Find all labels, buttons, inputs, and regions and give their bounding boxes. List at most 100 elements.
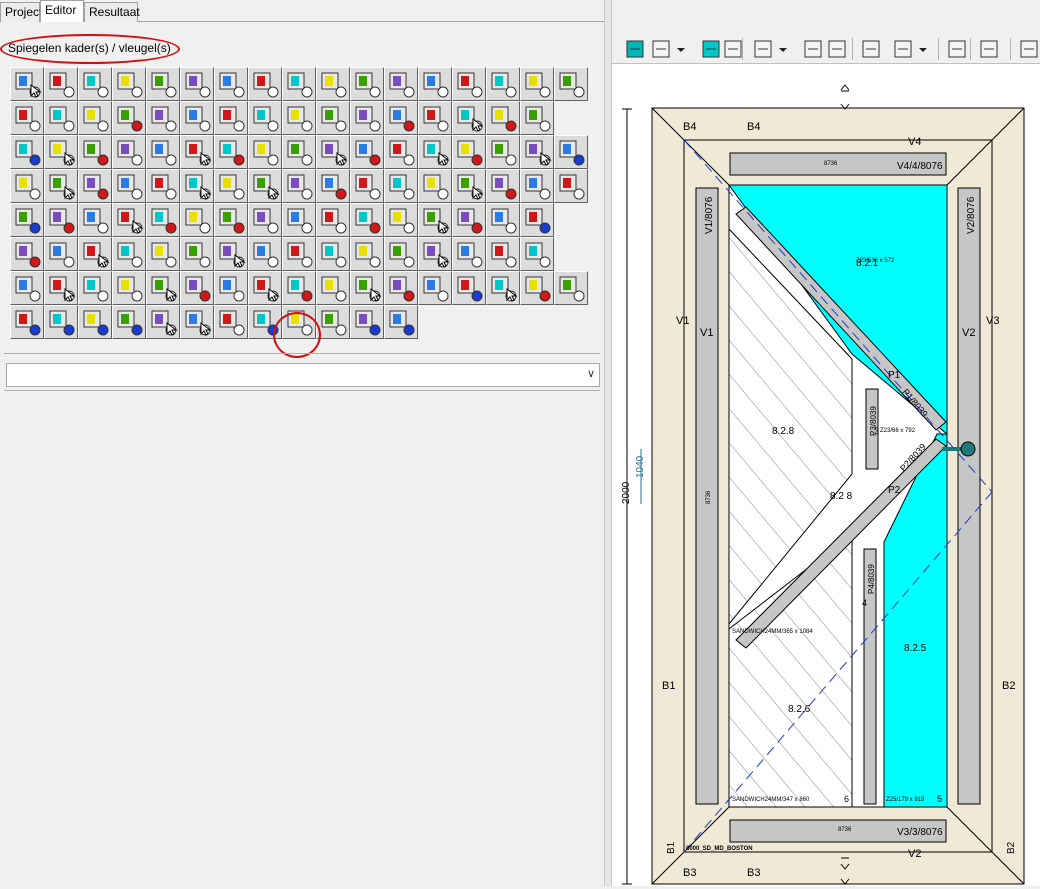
sash-pencil-button[interactable]: [214, 67, 248, 101]
select-mode-tool[interactable]: [700, 38, 722, 60]
glass-frame-minus-button[interactable]: [384, 135, 418, 169]
grid-cyan-minus-button[interactable]: [520, 169, 554, 203]
bar-minus-button[interactable]: [520, 101, 554, 135]
mullion-hand-button[interactable]: [146, 67, 180, 101]
glass-split-pointer-button[interactable]: [248, 169, 282, 203]
drawing-canvas[interactable]: 2000 1040 B4 B4 V4 V1 V1 V2 V3 B1 B2 B1 …: [612, 64, 1040, 886]
screw-plus-button[interactable]: [384, 271, 418, 305]
v-pointer-button[interactable]: [180, 135, 214, 169]
cross-minus-button[interactable]: [418, 101, 452, 135]
label-pencil-button[interactable]: [248, 67, 282, 101]
pin-hand-button[interactable]: [248, 101, 282, 135]
purple-info-button[interactable]: [10, 305, 44, 339]
gear-pointer-button[interactable]: [248, 271, 282, 305]
screw-info-button[interactable]: [452, 271, 486, 305]
arc-info-button[interactable]: [10, 135, 44, 169]
grid-minus-button[interactable]: [350, 169, 384, 203]
grid-hand-button[interactable]: [384, 169, 418, 203]
hinge-plus-button[interactable]: [10, 237, 44, 271]
screw-pointer-button[interactable]: [350, 271, 384, 305]
door-cyan-button[interactable]: [452, 237, 486, 271]
v-minus-button[interactable]: [248, 135, 282, 169]
cross-hand-button[interactable]: [350, 101, 384, 135]
red-pair-pointer-button[interactable]: [520, 135, 554, 169]
door-hand-button[interactable]: [384, 237, 418, 271]
glasses-tool[interactable]: [650, 38, 672, 60]
size-pointer-button[interactable]: [180, 169, 214, 203]
handle-info-button[interactable]: [520, 203, 554, 237]
yellow-hand-button[interactable]: [10, 271, 44, 305]
split-red-pencil-button[interactable]: [384, 67, 418, 101]
dots-blue-plus-button[interactable]: [214, 203, 248, 237]
diag-red-hand-button[interactable]: [44, 101, 78, 135]
red-cross-hand-button[interactable]: [554, 67, 588, 101]
tab-project[interactable]: Project: [0, 2, 42, 22]
hinge-minus-button[interactable]: [44, 237, 78, 271]
mullion-pencil-button[interactable]: [112, 67, 146, 101]
x-hand-button[interactable]: [146, 135, 180, 169]
dimension-tool[interactable]: [752, 38, 774, 60]
x-minus-button[interactable]: [112, 135, 146, 169]
red-box-plus-button[interactable]: [180, 271, 214, 305]
cross-plus-button[interactable]: [384, 101, 418, 135]
grid-pointer-button[interactable]: [452, 169, 486, 203]
i-beam-x-info-button[interactable]: [112, 305, 146, 339]
frame-red-button[interactable]: [78, 67, 112, 101]
frame-view-tool[interactable]: [624, 38, 646, 60]
i-beam-y-pointer-button[interactable]: [146, 305, 180, 339]
roll-plus-button[interactable]: [350, 203, 384, 237]
handle-plus-button[interactable]: [452, 203, 486, 237]
roll-hand-button[interactable]: [316, 203, 350, 237]
corner-pointer2-button[interactable]: [486, 271, 520, 305]
zoom-level-tool[interactable]: [892, 38, 914, 60]
question-hand-button[interactable]: [316, 305, 350, 339]
zoom-select-tool[interactable]: [860, 38, 882, 60]
red-mullion-pencil-button[interactable]: [418, 67, 452, 101]
green-diamond-button[interactable]: [214, 305, 248, 339]
dots-blue-minus-button[interactable]: [248, 203, 282, 237]
split-hand-button[interactable]: [180, 101, 214, 135]
glass-bead-minus-button[interactable]: [486, 135, 520, 169]
dots-red-minus-button[interactable]: [180, 203, 214, 237]
pin-minus-button[interactable]: [282, 101, 316, 135]
drill-pointer-button[interactable]: [44, 271, 78, 305]
label-blue-pencil-button[interactable]: [282, 67, 316, 101]
glass-bead-plus-button[interactable]: [452, 135, 486, 169]
red-frame-pencil-button[interactable]: [350, 67, 384, 101]
cylinder-info-button[interactable]: [384, 305, 418, 339]
diag-hand-button[interactable]: [10, 101, 44, 135]
corner-pointer-button[interactable]: [10, 67, 44, 101]
v-plus-button[interactable]: [214, 135, 248, 169]
grid-green-plus-button[interactable]: [486, 169, 520, 203]
glass-split-hand-button[interactable]: [282, 169, 316, 203]
screw-minus-button[interactable]: [418, 271, 452, 305]
glass-hand-button[interactable]: [146, 169, 180, 203]
glass-plus-button[interactable]: [78, 169, 112, 203]
dropdown-arrow-tool[interactable]: [676, 38, 686, 60]
red-pair-info-button[interactable]: [554, 135, 588, 169]
frame-pencil-button[interactable]: [180, 67, 214, 101]
cross-frame-info-button[interactable]: [78, 305, 112, 339]
roll-minus-button[interactable]: [384, 203, 418, 237]
bar-pointer-button[interactable]: [452, 101, 486, 135]
size-minus-button[interactable]: [214, 169, 248, 203]
corner-minus2-button[interactable]: [554, 271, 588, 305]
corner-minus-button[interactable]: [44, 67, 78, 101]
grid-plus-button[interactable]: [316, 169, 350, 203]
measure-info-button[interactable]: [350, 305, 384, 339]
undo-tool[interactable]: [802, 38, 824, 60]
layout-info-button[interactable]: [44, 305, 78, 339]
fill-hand-button[interactable]: [78, 101, 112, 135]
corner-plus-button[interactable]: [520, 271, 554, 305]
gear-minus-button[interactable]: [316, 271, 350, 305]
tab-resultaat[interactable]: Resultaat: [84, 2, 140, 22]
v-hand-button[interactable]: [282, 135, 316, 169]
yellow-ring-button[interactable]: [520, 237, 554, 271]
grid-cyan-info-hand-button[interactable]: [10, 203, 44, 237]
grid-pencil-button[interactable]: [452, 67, 486, 101]
panel-splitter[interactable]: [604, 0, 612, 886]
align-left-tool[interactable]: [946, 38, 968, 60]
yellow-red-button[interactable]: [146, 237, 180, 271]
profile-info-button[interactable]: [248, 305, 282, 339]
fill-plus-button[interactable]: [112, 101, 146, 135]
